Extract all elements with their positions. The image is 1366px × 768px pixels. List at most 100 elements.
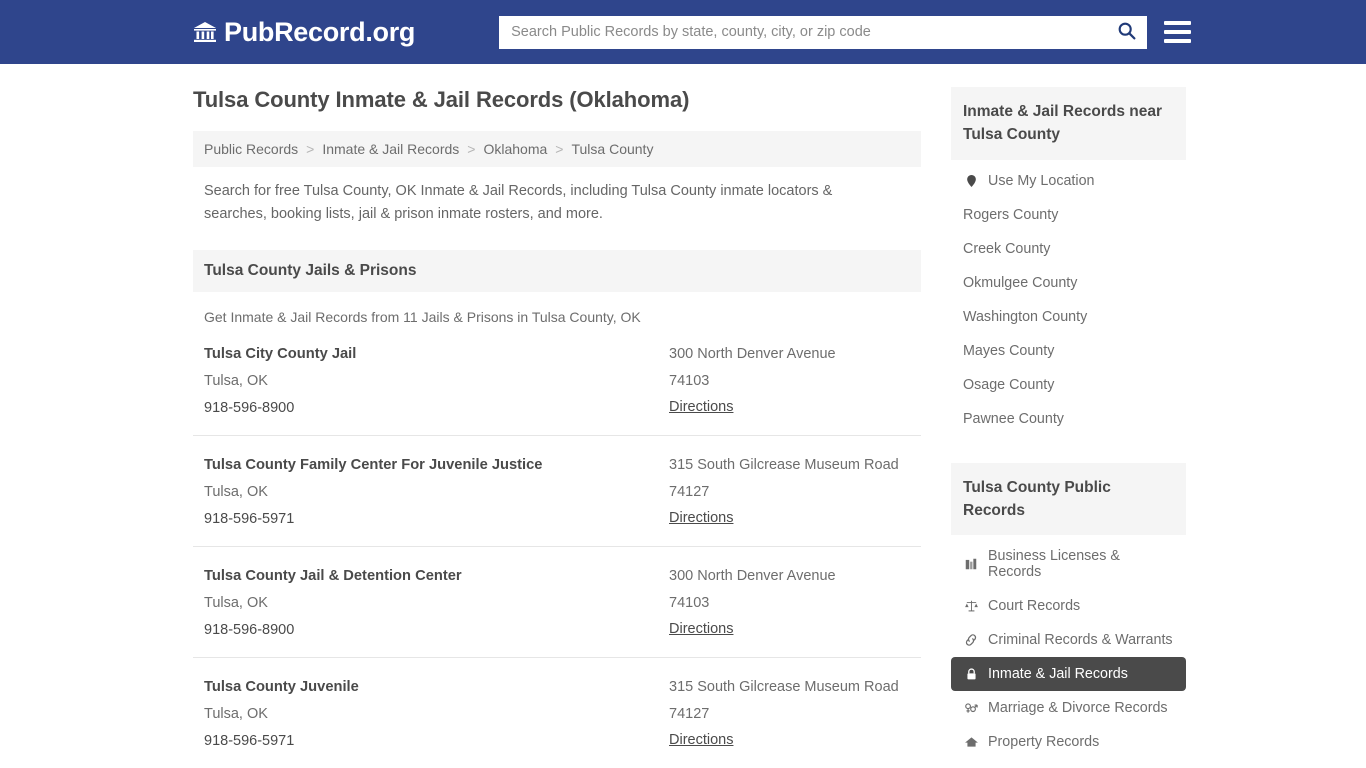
lock-icon [963,666,979,682]
site-header: PubRecord.org [0,0,1366,64]
content-row: Tulsa County Inmate & Jail Records (Okla… [193,64,1186,768]
search-icon [1116,20,1137,44]
sidebar-item-label: Property Records [988,734,1100,750]
sidebar-item-court-records[interactable]: Court Records [951,589,1186,623]
list-item: Creek County [951,232,1186,266]
listing-phone[interactable]: 918-596-5971 [204,728,669,755]
sidebar-item-okmulgee-county[interactable]: Okmulgee County [951,266,1186,300]
sidebar-records-list: Business Licenses & Records Court Record… [951,535,1186,759]
listing-details: Tulsa County Jail & Detention Center Tul… [204,563,669,643]
listing-street: 315 South Gilcrease Museum Road [669,457,899,474]
hamburger-bar [1164,39,1192,43]
breadcrumb-separator: > [306,141,315,157]
sidebar-item-label: Business Licenses & Records [988,548,1120,580]
listing-street: 300 North Denver Avenue [669,346,836,363]
directions-link[interactable]: Directions [669,510,733,526]
page-title: Tulsa County Inmate & Jail Records (Okla… [193,87,690,112]
sidebar-item-mayes-county[interactable]: Mayes County [951,334,1186,368]
list-item: Inmate & Jail Records [951,657,1186,691]
sidebar-item-osage-county[interactable]: Osage County [951,368,1186,402]
search-input[interactable] [511,24,1113,40]
listing-row: Tulsa County Juvenile Tulsa, OK 918-596-… [193,658,921,768]
listing-row: Tulsa County Jail & Detention Center Tul… [193,547,921,659]
listing-phone[interactable]: 918-596-5971 [204,506,669,533]
listing-row: Tulsa City County Jail Tulsa, OK 918-596… [193,325,921,437]
sidebar-item-pawnee-county[interactable]: Pawnee County [951,402,1186,436]
sidebar-item-label: Okmulgee County [963,274,1078,291]
listing-details: Tulsa City County Jail Tulsa, OK 918-596… [204,341,669,421]
sidebar-nearby-list: Use My Location Rogers County Creek Coun… [951,160,1186,436]
listing-street: 315 South Gilcrease Museum Road [669,679,899,696]
gender-symbols-icon [963,700,979,716]
listing-details: Tulsa County Juvenile Tulsa, OK 918-596-… [204,674,669,754]
listing-name[interactable]: Tulsa County Juvenile [204,674,669,701]
sidebar-item-creek-county[interactable]: Creek County [951,232,1186,266]
sidebar-item-washington-county[interactable]: Washington County [951,300,1186,334]
sidebar-item-criminal-records[interactable]: Criminal Records & Warrants [951,623,1186,657]
sidebar-item-label: Washington County [963,308,1088,325]
briefcase-icon [963,556,979,572]
listing-name[interactable]: Tulsa County Family Center For Juvenile … [204,452,669,479]
listing-phone[interactable]: 918-596-8900 [204,617,669,644]
directions-link[interactable]: Directions [669,399,733,415]
listing-address: 315 South Gilcrease Museum Road 74127 Di… [669,452,910,532]
sidebar-item-inmate-jail-records[interactable]: Inmate & Jail Records [951,657,1186,691]
breadcrumb-item-oklahoma[interactable]: Oklahoma [483,141,547,157]
sidebar-item-label: Court Records [988,598,1081,614]
sidebar-item-label: Inmate & Jail Records [988,666,1128,682]
scales-icon [963,598,979,614]
map-pin-icon [963,173,979,189]
listing-row: Tulsa County Family Center For Juvenile … [193,436,921,548]
list-item: Use My Location [951,164,1186,198]
listing-city-state: Tulsa, OK [204,484,268,501]
listing-zip: 74103 [669,594,710,611]
sidebar-heading-nearby: Inmate & Jail Records near Tulsa County [951,87,1186,160]
section-subtitle: Get Inmate & Jail Records from 11 Jails … [204,309,641,326]
breadcrumb-item-tulsa-county[interactable]: Tulsa County [571,141,653,157]
page-container: Tulsa County Inmate & Jail Records (Okla… [0,64,1366,768]
sidebar-item-use-my-location[interactable]: Use My Location [951,164,1186,198]
list-item: Osage County [951,368,1186,402]
listing-city-state: Tulsa, OK [204,373,268,390]
listing-phone[interactable]: 918-596-8900 [204,395,669,422]
breadcrumb-item-public-records[interactable]: Public Records [204,141,298,157]
intro-text: Search for free Tulsa County, OK Inmate … [204,183,833,223]
search-box[interactable] [499,15,1148,49]
list-item: Pawnee County [951,402,1186,436]
list-item: Business Licenses & Records [951,539,1186,589]
sidebar-item-label: Criminal Records & Warrants [988,632,1173,648]
brand-name: PubRecord.org [224,16,416,47]
sidebar-item-label: Mayes County [963,342,1055,359]
breadcrumb-separator: > [467,141,476,157]
listing-details: Tulsa County Family Center For Juvenile … [204,452,669,532]
section-heading-jails-prisons: Tulsa County Jails & Prisons [193,250,921,293]
sidebar-item-rogers-county[interactable]: Rogers County [951,198,1186,232]
listing-zip: 74127 [669,705,710,722]
list-item: Rogers County [951,198,1186,232]
hamburger-menu-icon[interactable] [1164,21,1192,43]
listing-name[interactable]: Tulsa County Jail & Detention Center [204,563,669,590]
sidebar-item-label: Marriage & Divorce Records [988,700,1168,716]
listing-zip: 74127 [669,483,710,500]
sidebar-item-marriage-divorce[interactable]: Marriage & Divorce Records [951,691,1186,725]
bank-building-icon [193,20,217,44]
directions-link[interactable]: Directions [669,732,733,748]
sidebar-item-business-licenses[interactable]: Business Licenses & Records [951,539,1186,589]
breadcrumb: Public Records > Inmate & Jail Records >… [193,131,921,167]
breadcrumb-separator: > [555,141,564,157]
main-column: Tulsa County Inmate & Jail Records (Okla… [193,87,921,768]
list-item: Marriage & Divorce Records [951,691,1186,725]
list-item: Mayes County [951,334,1186,368]
listing-city-state: Tulsa, OK [204,706,268,723]
sidebar-item-label: Creek County [963,240,1051,257]
breadcrumb-item-inmate-jail-records[interactable]: Inmate & Jail Records [322,141,459,157]
sidebar-item-label: Osage County [963,376,1055,393]
search-button[interactable] [1112,20,1141,44]
house-icon [963,734,979,750]
list-item: Property Records [951,725,1186,759]
header-search-area [499,15,1192,49]
site-logo[interactable]: PubRecord.org [193,17,415,48]
listing-name[interactable]: Tulsa City County Jail [204,341,669,368]
directions-link[interactable]: Directions [669,621,733,637]
sidebar-item-property-records[interactable]: Property Records [951,725,1186,759]
